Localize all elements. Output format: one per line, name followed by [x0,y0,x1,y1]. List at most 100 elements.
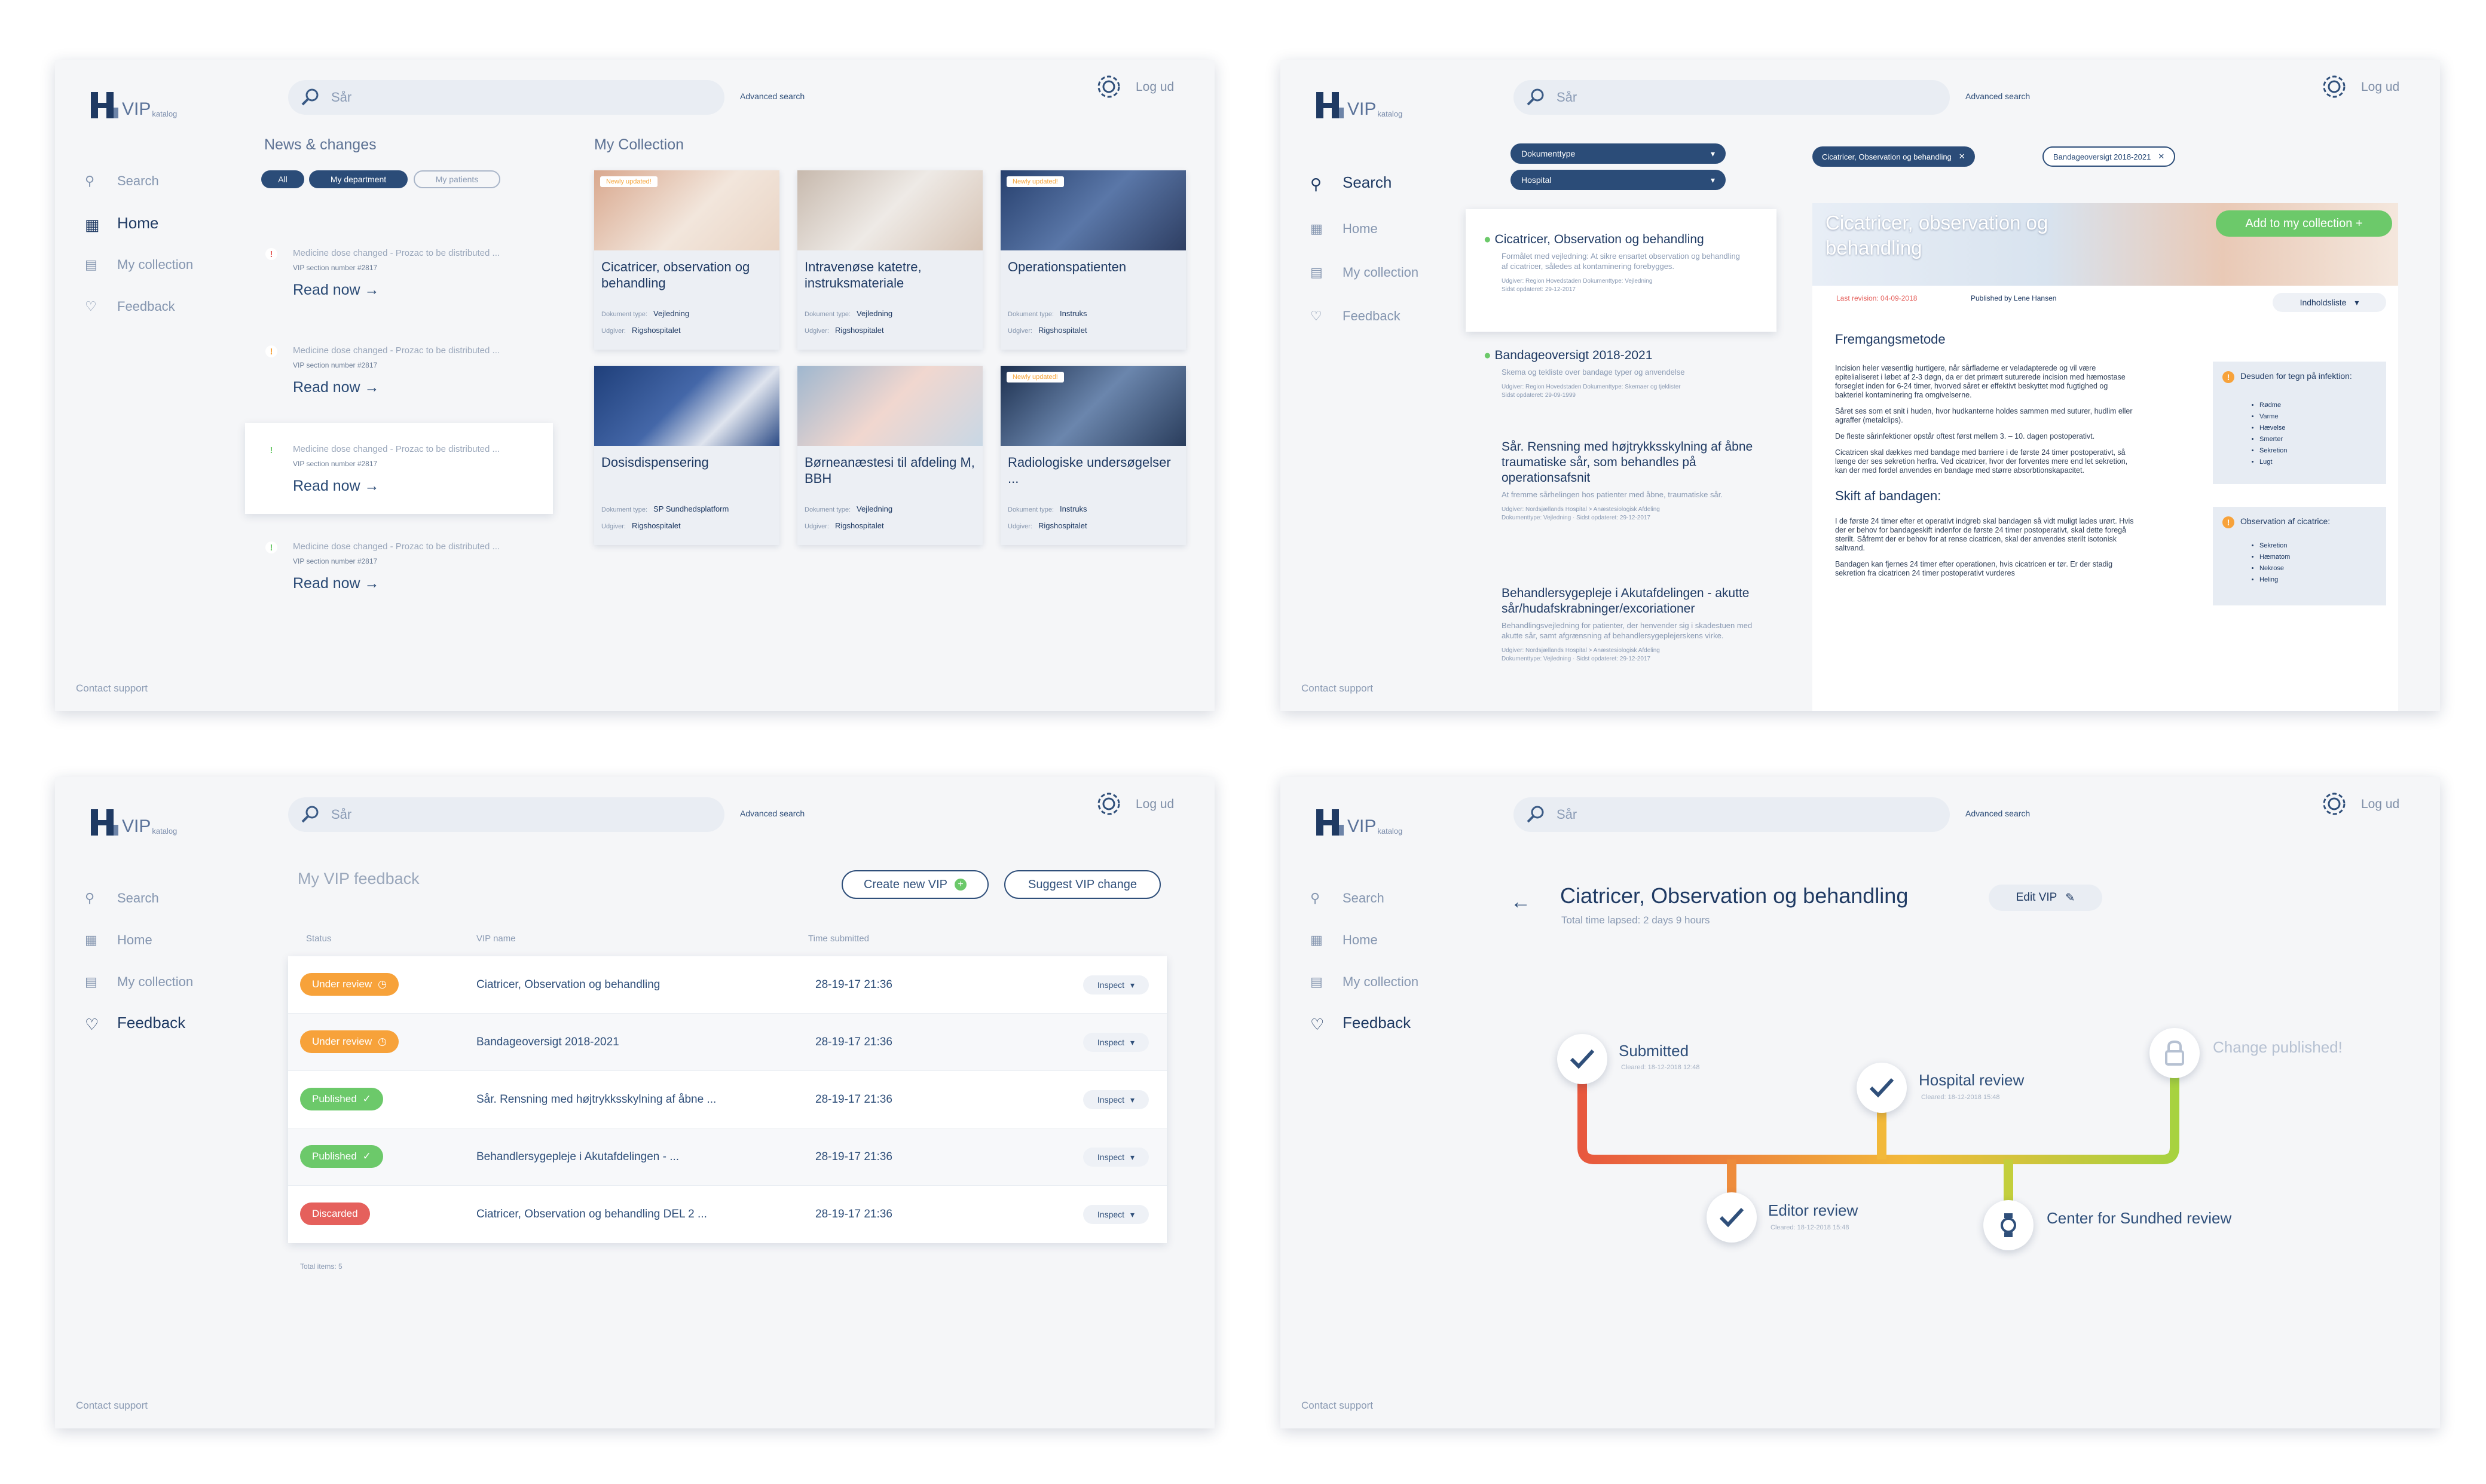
workflow-step-center-review[interactable] [1983,1200,2034,1250]
vip-logo[interactable]: VIP katalog [91,88,177,118]
search-screen: VIP katalog Sår Advanced search Log ud ⚲ S… [1280,60,2440,711]
workflow-step-editor-review[interactable] [1707,1192,1757,1243]
workflow-connectors [1577,1058,2179,1219]
logo-subtext: katalog [1377,109,1403,118]
workflow-step-change-published[interactable] [2149,1028,2200,1078]
read-now-link[interactable]: Read now → [293,281,380,299]
clock-icon: ◷ [378,978,387,990]
nav-home[interactable]: ▦ Home [85,214,158,234]
inspect-button[interactable]: Inspect ▾ [1083,1205,1149,1224]
column-status: Status [306,934,332,944]
vip-logo[interactable]: VIP katalog [1316,88,1402,118]
filter-chip[interactable]: Bandageoversigt 2018-2021 ✕ [2042,146,2176,167]
read-now-link[interactable]: Read now → [293,379,380,396]
table-row[interactable]: Published ✓ Behandlersygepleje i Akutafde… [288,1128,1167,1186]
read-now-link[interactable]: Read now → [293,478,380,495]
alert-icon: ! [265,345,277,357]
contact-support-link[interactable]: Contact support [1301,683,1373,694]
newly-updated-badge: Newly updated! [600,176,658,187]
chevron-down-icon: ▾ [1130,1094,1135,1104]
nav-feedback[interactable]: ♡ Feedback [85,1014,185,1033]
gear-icon[interactable] [1095,73,1123,100]
logo-text: VIP [122,99,151,119]
logout-link[interactable]: Log ud [1136,797,1174,812]
collection-icon: ▤ [85,974,97,989]
collection-icon: ▤ [1310,265,1323,280]
filter-all[interactable]: All [261,170,304,188]
collection-card[interactable]: Newly updated! Operationspatienten Dokum… [1001,170,1186,350]
gear-icon[interactable] [1095,790,1123,818]
chevron-down-icon: ▾ [1710,148,1715,158]
gear-icon[interactable] [2320,73,2348,100]
advanced-search-link[interactable]: Advanced search [1965,91,2030,101]
column-time-submitted: Time submitted [808,934,869,944]
vip-logo[interactable]: VIP katalog [91,806,177,836]
table-row[interactable]: Published ✓ Sår. Rensning med højtrykkssk… [288,1071,1167,1128]
logout-link[interactable]: Log ud [2361,80,2399,94]
suggest-vip-change-button[interactable]: Suggest VIP change [1004,870,1161,899]
collection-card[interactable]: Børneanæstesi til afdeling M, BBH Dokume… [797,366,983,545]
contact-support-link[interactable]: Contact support [76,683,148,694]
collection-card[interactable]: Newly updated! Cicatricer, observation o… [594,170,779,350]
inspect-button[interactable]: Inspect ▾ [1083,1033,1149,1052]
feedback-icon: ♡ [1310,308,1322,323]
filter-my-department[interactable]: My department [309,170,408,188]
feedback-screen: VIP katalog Sår Advanced search Log ud ⚲ S… [55,777,1215,1428]
plus-icon: + [955,879,967,891]
document-title: Cicatricer, observation og behandling [1825,212,2048,259]
inspect-button[interactable]: Inspect ▾ [1083,975,1149,995]
nav-my-collection[interactable]: ▤ My collection [1310,265,1418,280]
contact-support-link[interactable]: Contact support [1301,1400,1373,1412]
search-result[interactable]: Behandlersygepleje i Akutafdelingen - ak… [1502,586,1759,663]
read-now-link[interactable]: Read now → [293,575,380,592]
search-result[interactable]: Sår. Rensning med højtrykksskylning af å… [1502,439,1759,522]
hospital-dropdown[interactable]: Hospital ▾ [1510,170,1726,190]
create-new-vip-button[interactable]: Create new VIP + [842,870,989,899]
collection-card[interactable]: Newly updated! Radiologiske undersøgelse… [1001,366,1186,545]
alert-icon: ! [265,444,277,456]
workflow-step-hospital-review[interactable] [1857,1063,1907,1113]
advanced-search-link[interactable]: Advanced search [740,809,805,818]
workflow-step-submitted[interactable] [1557,1034,1607,1084]
nav-home[interactable]: ▦ Home [1310,221,1378,237]
nav-feedback[interactable]: ♡ Feedback [85,299,175,314]
nav-home[interactable]: ▦ Home [85,932,152,948]
news-item-highlight [245,423,553,514]
inspect-button[interactable]: Inspect ▾ [1083,1090,1149,1109]
collection-title: My Collection [594,136,684,153]
home-icon: ▦ [1310,221,1323,236]
logout-link[interactable]: Log ud [1136,80,1174,94]
add-to-collection-button[interactable]: Add to my collection + [2216,210,2392,237]
nav-search[interactable]: ⚲ Search [85,173,159,189]
table-row[interactable]: Under review ◷ Bandageoversigt 2018-2021 … [288,1014,1167,1071]
search-input[interactable]: Sår [288,797,724,832]
info-box: ! Desuden for tegn på infektion: RødmeVa… [2213,362,2386,484]
close-icon[interactable]: ✕ [2158,152,2164,161]
nav-feedback[interactable]: ♡ Feedback [1310,308,1401,324]
info-box: ! Observation af cicatrice: SekretionHæm… [2213,507,2386,605]
collection-card[interactable]: Dosisdispensering Dokument type: SP Sundh… [594,366,779,545]
card-image [797,366,983,446]
search-input[interactable]: Sår [1513,80,1950,115]
close-icon[interactable]: ✕ [1959,152,1965,161]
nav-my-collection[interactable]: ▤ My collection [85,974,193,990]
card-image [797,170,983,250]
search-result[interactable]: ● Cicatricer, Observation og behandling … [1484,232,1794,294]
inspect-button[interactable]: Inspect ▾ [1083,1148,1149,1167]
filter-chip[interactable]: Cicatricer, Observation og behandling ✕ [1812,146,1975,167]
contact-support-link[interactable]: Contact support [76,1400,148,1412]
chevron-down-icon: ▾ [1130,1037,1135,1047]
toc-dropdown[interactable]: Indholdsliste ▾ [2273,293,2386,312]
nav-search[interactable]: ⚲ Search [85,891,159,906]
advanced-search-link[interactable]: Advanced search [740,91,805,101]
feedback-icon: ♡ [85,299,97,314]
nav-search[interactable]: ⚲ Search [1310,173,1392,193]
table-row[interactable]: Discarded Ciatricer, Observation og beha… [288,1186,1167,1243]
filter-my-patients[interactable]: My patients [414,170,500,188]
search-input[interactable]: Sår [288,80,724,115]
search-result[interactable]: ● Bandageoversigt 2018-2021 Skema og tek… [1484,348,1794,400]
nav-my-collection[interactable]: ▤ My collection [85,257,193,273]
dokumenttype-dropdown[interactable]: Dokumenttype ▾ [1510,143,1726,164]
collection-card[interactable]: Intravenøse katetre, instruksmateriale D… [797,170,983,350]
table-row[interactable]: Under review ◷ Ciatricer, Observation og … [288,956,1167,1014]
